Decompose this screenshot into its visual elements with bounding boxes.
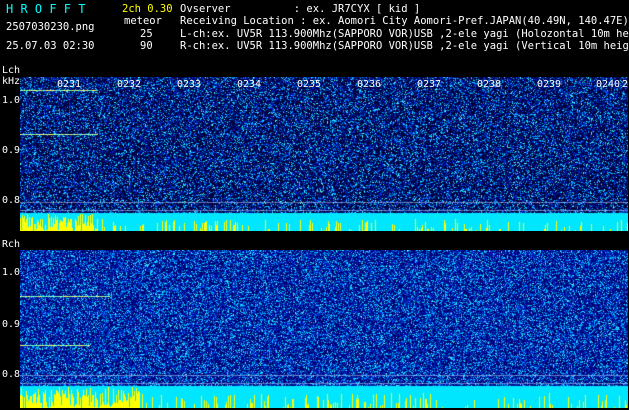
lch-ytick-2: 0.9: [2, 145, 21, 156]
rch-channel-label: Rch: [2, 239, 21, 250]
time-tick-0235: 0235: [297, 79, 322, 90]
time-tick-0234: 0234: [237, 79, 262, 90]
time-tick-0239: 0239: [537, 79, 562, 90]
lch-unit-label: kHz: [2, 76, 21, 87]
lch-info-line: L-ch:ex. UV5R 113.900Mhz(SAPPORO VOR)USB…: [180, 28, 629, 40]
time-tick-0236: 0236: [357, 79, 382, 90]
location-line: Receiving Location : ex. Aomori City Aom…: [180, 15, 629, 27]
rch-ytick-2: 0.9: [2, 319, 21, 330]
filename-label: 2507030230.png: [6, 21, 95, 33]
lch-channel-label: Lch: [2, 65, 21, 76]
lch-spectrogram: [20, 77, 628, 231]
datetime-label: 25.07.03 02:30: [6, 40, 95, 52]
time-tick-0232: 0232: [117, 79, 142, 90]
time-tick-edge: 2: [622, 79, 629, 90]
rch-ytick-1: 1.0: [2, 267, 21, 278]
observer-line: Ovserver : ex. JR7CYX [ kid ]: [180, 3, 421, 15]
time-tick-0233: 0233: [177, 79, 202, 90]
meteor-count-lch: 25: [140, 28, 153, 40]
rch-spectrogram: [20, 250, 628, 408]
meteor-label: meteor: [124, 15, 162, 27]
lch-ytick-3: 0.8: [2, 195, 21, 206]
time-tick-0231: 0231: [57, 79, 82, 90]
time-tick-0240: 0240: [596, 79, 621, 90]
rch-ytick-3: 0.8: [2, 369, 21, 380]
time-tick-0238: 0238: [477, 79, 502, 90]
meteor-count-rch: 90: [140, 40, 153, 52]
rch-info-line: R-ch:ex. UV5R 113.900Mhz(SAPPORO VOR)USB…: [180, 40, 629, 52]
lch-ytick-1: 1.0: [2, 95, 21, 106]
app-logo: H R O F F T: [6, 2, 86, 16]
time-tick-0237: 0237: [417, 79, 442, 90]
channel-mode-label: 2ch 0.30: [122, 3, 173, 15]
